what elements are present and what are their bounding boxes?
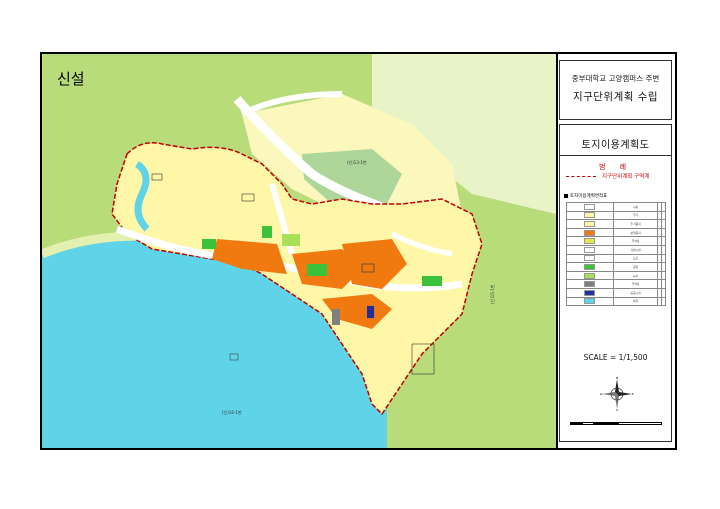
road-label-2: (인)15-1번 bbox=[489, 284, 495, 304]
divider bbox=[560, 155, 671, 156]
color-swatch bbox=[566, 270, 614, 281]
table-cell-name: 공공시설 bbox=[612, 287, 659, 298]
table-cell-name: 공원 bbox=[612, 262, 659, 272]
table-cell-name: 하천 bbox=[612, 296, 659, 307]
table-row: 하천 bbox=[566, 296, 666, 307]
color-swatch bbox=[566, 202, 614, 212]
area-table-title: 토지이용계획면적표 bbox=[564, 193, 607, 199]
table-cell bbox=[661, 270, 666, 281]
boundary-line-label: 지구단위계획 구역계 bbox=[602, 174, 650, 180]
color-swatch bbox=[566, 279, 614, 289]
table-cell bbox=[661, 227, 666, 238]
table-cell bbox=[661, 287, 666, 298]
area-table-title-text: 토지이용계획면적표 bbox=[570, 194, 608, 199]
compass-n: N bbox=[616, 377, 618, 380]
parking-lot bbox=[332, 309, 340, 325]
compass-w: W bbox=[600, 392, 603, 396]
table-row: 공공시설 bbox=[566, 287, 666, 298]
color-swatch bbox=[566, 244, 614, 255]
table-row: 기반시설 bbox=[566, 244, 666, 255]
public-facility bbox=[367, 306, 374, 318]
table-cell-name: 주거 bbox=[612, 210, 659, 221]
land-use-map[interactable]: (인)13-1번 (인)15-1번 (인)16-1번 신설 bbox=[42, 54, 558, 448]
table-cell-name: 녹지 bbox=[612, 270, 659, 281]
table-cell-name: 기반시설 bbox=[612, 244, 659, 255]
table-row: 주거 bbox=[566, 210, 666, 221]
table-cell-name: 주거용지 bbox=[612, 219, 659, 229]
legend-panel: 중부대학교 고양캠퍼스 주변 지구단위계획 수립 토지이용계획도 범 례 지구단… bbox=[558, 54, 675, 448]
table-cell bbox=[661, 262, 666, 272]
project-subtitle: 중부대학교 고양캠퍼스 주변 bbox=[571, 74, 660, 83]
table-row: 상업용지 bbox=[566, 227, 666, 238]
table-row: 주차장 bbox=[566, 279, 666, 289]
road-label-3: (인)16-1번 bbox=[222, 409, 242, 415]
road-label-1: (인)13-1번 bbox=[347, 159, 367, 165]
color-swatch bbox=[566, 287, 614, 298]
plan-title: 토지이용계획도 bbox=[581, 140, 650, 151]
table-cell-name: 주차장 bbox=[612, 236, 659, 246]
park-2 bbox=[262, 226, 272, 238]
compass-e: E bbox=[632, 392, 634, 396]
park-4 bbox=[422, 276, 442, 286]
title-block: 중부대학교 고양캠퍼스 주변 지구단위계획 수립 bbox=[559, 60, 672, 120]
boundary-line-swatch bbox=[566, 176, 596, 177]
table-cell bbox=[661, 296, 666, 307]
color-swatch bbox=[566, 219, 614, 229]
scale-text: SCALE = 1/1,500 bbox=[583, 353, 648, 362]
color-swatch bbox=[566, 262, 614, 272]
park-3 bbox=[307, 264, 327, 276]
table-cell-name: 구분 bbox=[612, 202, 659, 212]
table-cell bbox=[661, 210, 666, 221]
park-1 bbox=[202, 239, 216, 249]
scale-bar bbox=[570, 422, 662, 425]
table-cell bbox=[661, 236, 666, 246]
table-row: 주차장 bbox=[566, 236, 666, 246]
map-frame: (인)13-1번 (인)15-1번 (인)16-1번 신설 중부대학교 고양캠퍼… bbox=[40, 52, 677, 450]
color-swatch bbox=[566, 210, 614, 221]
table-cell bbox=[661, 202, 666, 212]
compass-s: S bbox=[616, 408, 618, 411]
table-cell-name: 도로 bbox=[612, 253, 659, 264]
table-row: 녹지 bbox=[566, 270, 666, 281]
color-swatch bbox=[566, 227, 614, 238]
color-swatch bbox=[566, 296, 614, 307]
buffer-green bbox=[282, 234, 300, 246]
table-cell bbox=[661, 253, 666, 264]
color-swatch bbox=[566, 236, 614, 246]
north-arrow-icon: N S W E bbox=[600, 377, 634, 411]
land-use-area-table: 구분 주거 주거용지 상업용지 주차장 기반시설 도로 공원 녹지 주차장 공공시설 하천 bbox=[566, 202, 666, 307]
table-row: 공원 bbox=[566, 262, 666, 272]
bullet-icon bbox=[564, 193, 568, 198]
table-cell bbox=[661, 219, 666, 229]
table-row: 도로 bbox=[566, 253, 666, 264]
table-cell-name: 주차장 bbox=[612, 279, 659, 289]
table-row: 주거용지 bbox=[566, 219, 666, 229]
legend-title: 범 례 bbox=[598, 163, 633, 171]
plan-block: 토지이용계획도 범 례 지구단위계획 구역계 토지이용계획면적표 구분 주거 주거용… bbox=[559, 124, 672, 442]
area-label: 신설 bbox=[55, 68, 87, 89]
table-cell-name: 상업용지 bbox=[612, 227, 659, 238]
table-cell bbox=[661, 279, 666, 289]
color-swatch bbox=[566, 253, 614, 264]
project-title: 지구단위계획 수립 bbox=[572, 91, 659, 103]
map-canvas: (인)13-1번 (인)15-1번 (인)16-1번 bbox=[42, 54, 556, 448]
table-row: 구분 bbox=[566, 202, 666, 212]
table-cell bbox=[661, 244, 666, 255]
